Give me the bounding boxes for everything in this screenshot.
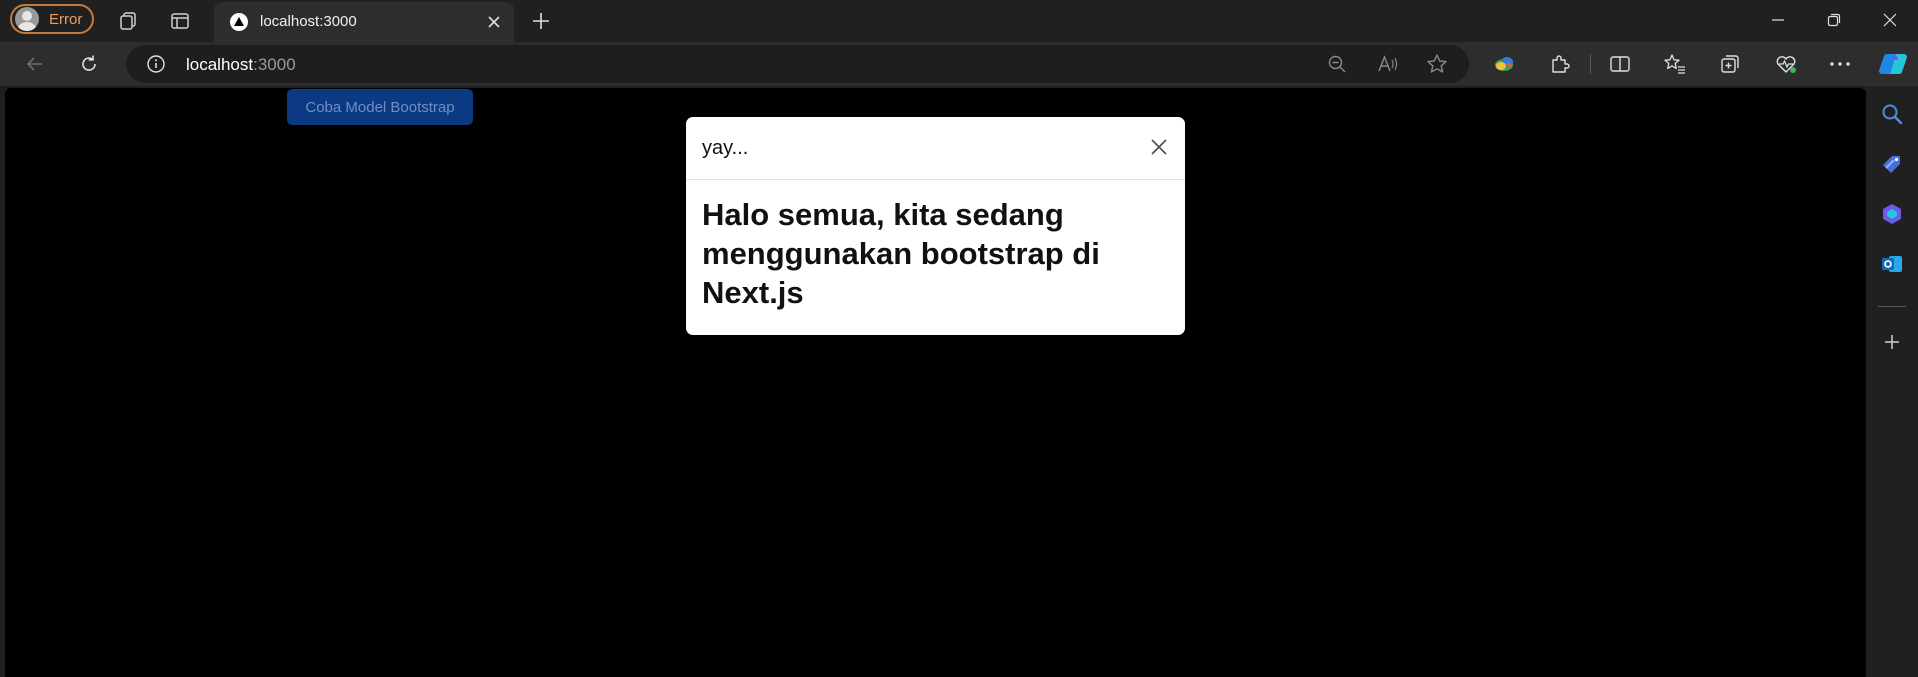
close-icon [1151, 139, 1167, 155]
shopping-tag-icon [1883, 156, 1900, 173]
tab-actions-button[interactable] [164, 6, 196, 36]
sidebar-add-button[interactable] [1876, 326, 1908, 358]
refresh-button[interactable] [72, 48, 106, 80]
profile-button[interactable]: Error [10, 4, 94, 34]
zoom-out-icon [1328, 55, 1346, 73]
refresh-icon [82, 55, 96, 71]
edge-extension-button[interactable] [1488, 49, 1520, 79]
copilot-app-icon [1883, 204, 1901, 224]
url-port: :3000 [253, 55, 296, 74]
nextjs-favicon-icon [230, 13, 248, 31]
copilot-icon [1879, 54, 1907, 74]
colorful-extension-icon [1495, 57, 1513, 71]
split-screen-icon [1610, 56, 1630, 72]
restore-icon [1827, 13, 1841, 27]
split-screen-button[interactable] [1604, 49, 1636, 79]
back-button[interactable] [18, 48, 52, 80]
modal-body-text: Halo semua, kita sedang menggunakan boot… [702, 197, 1100, 310]
sidebar-divider [1878, 306, 1906, 307]
collections-icon [1721, 55, 1739, 73]
info-icon [147, 55, 165, 73]
browser-toolbar: localhost:3000 [0, 42, 1918, 86]
more-icon [1830, 62, 1850, 66]
workspaces-button[interactable] [112, 6, 144, 36]
open-modal-button[interactable]: Coba Model Bootstrap [287, 89, 473, 125]
tab-localhost[interactable]: localhost:3000 [214, 2, 514, 42]
plus-icon [533, 13, 549, 29]
collections-button[interactable] [1714, 49, 1746, 79]
browser-essentials-button[interactable] [1770, 49, 1802, 79]
workspaces-icon [120, 12, 136, 30]
minimize-icon [1772, 19, 1784, 21]
back-arrow-icon [26, 57, 42, 71]
favorites-icon [1664, 54, 1685, 74]
tab-actions-icon [171, 13, 189, 29]
zoom-button[interactable] [1323, 51, 1351, 77]
puzzle-icon [1552, 55, 1570, 73]
extensions-button[interactable] [1544, 49, 1576, 79]
read-aloud-icon [1378, 55, 1398, 72]
sidebar-outlook-button[interactable] [1876, 248, 1908, 280]
more-button[interactable] [1824, 49, 1856, 79]
modal-dialog: yay... Halo semua, kita sedang menggunak… [686, 117, 1185, 335]
sidebar-search-button[interactable] [1876, 98, 1908, 130]
avatar [15, 7, 39, 31]
star-icon [1427, 54, 1447, 73]
tab-close-button[interactable] [484, 12, 504, 32]
close-window-button[interactable] [1862, 0, 1918, 40]
favorites-button[interactable] [1659, 49, 1691, 79]
minimize-button[interactable] [1750, 0, 1806, 40]
site-info-button[interactable] [146, 54, 166, 74]
toolbar-divider [1590, 54, 1591, 74]
modal-close-button[interactable] [1147, 135, 1171, 159]
outlook-icon [1882, 256, 1902, 272]
copilot-button[interactable] [1876, 48, 1910, 80]
sidebar-copilot-app-button[interactable] [1876, 198, 1908, 230]
address-bar[interactable]: localhost:3000 [126, 45, 1469, 83]
read-aloud-button[interactable] [1374, 51, 1402, 77]
favorite-button[interactable] [1423, 51, 1451, 77]
page-viewport: Coba Model Bootstrap yay... Halo semua, … [5, 88, 1866, 677]
close-icon [488, 16, 500, 28]
url-host: localhost [186, 55, 254, 74]
modal-header: yay... [686, 117, 1185, 180]
restore-button[interactable] [1806, 0, 1862, 40]
sidebar-shopping-button[interactable] [1876, 148, 1908, 180]
search-icon [1882, 104, 1903, 125]
close-icon [1883, 13, 1897, 27]
tab-title: localhost:3000 [260, 13, 357, 30]
modal-title: yay... [702, 137, 749, 159]
profile-status-label: Error [49, 10, 83, 28]
url-text[interactable]: localhost:3000 [186, 55, 296, 75]
tab-strip: Error localhost:3000 [0, 0, 1918, 42]
new-tab-button[interactable] [524, 6, 558, 36]
add-icon [1885, 335, 1899, 349]
browser-essentials-icon [1776, 56, 1796, 73]
edge-sidebar [1866, 86, 1918, 677]
